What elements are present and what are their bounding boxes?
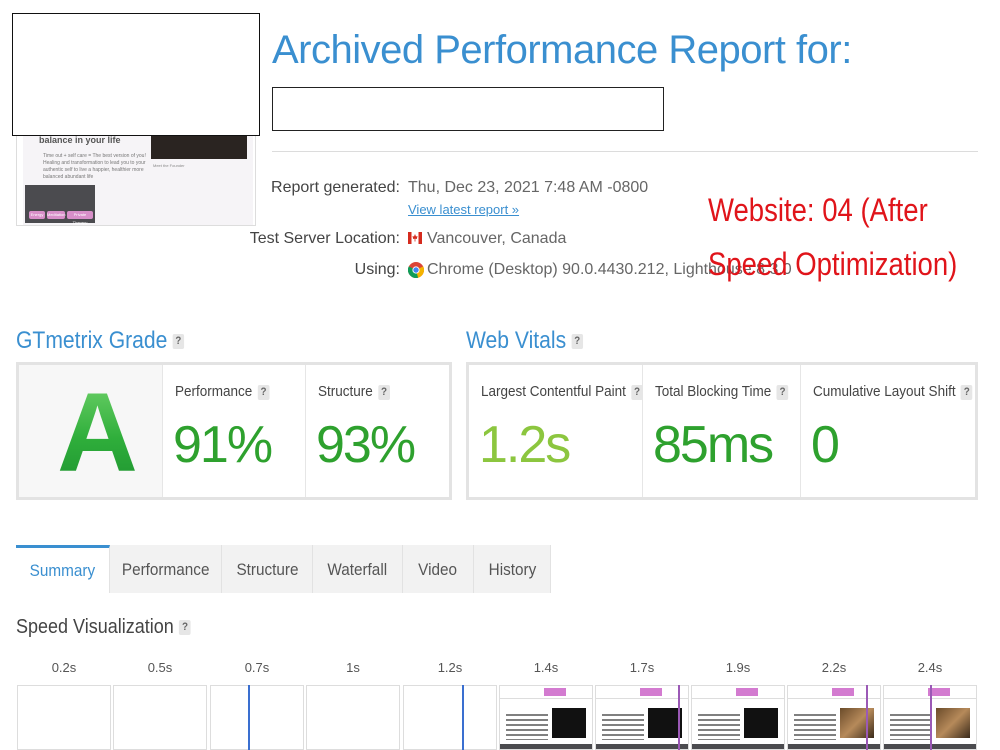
tab-structure[interactable]: Structure — [222, 545, 313, 593]
filmstrip-timestamp: 1.2s — [437, 660, 463, 675]
using-label: Using: — [354, 261, 400, 278]
thumbnail-heading: balance in your life — [39, 135, 121, 145]
filmstrip-timestamp: 1s — [346, 660, 360, 675]
timing-marker — [678, 685, 680, 750]
tab-video[interactable]: Video — [403, 545, 474, 593]
thumbnail-video — [151, 135, 247, 159]
filmstrip-frame-blank[interactable] — [210, 685, 304, 750]
report-generated-value: Thu, Dec 23, 2021 7:48 AM -0800 — [408, 179, 649, 196]
filmstrip-timestamp: 0.7s — [244, 660, 270, 675]
annotation-line-2: Speed Optimization) — [708, 246, 958, 282]
filmstrip-frame-rendered[interactable] — [499, 685, 593, 750]
lcp-label: Largest Contentful Paint? — [481, 383, 643, 400]
largest-contentful-paint-marker — [462, 685, 464, 750]
thumbnail-line-2: Healing and transformation to lead you t… — [43, 160, 146, 180]
tbt-cell: Total Blocking Time? 85ms — [643, 365, 801, 497]
gtmetrix-grade-title: GTmetrix Grade — [16, 327, 168, 354]
canada-flag-icon — [408, 232, 422, 244]
web-vitals-panel: Largest Contentful Paint? 1.2s Total Blo… — [466, 362, 978, 500]
filmstrip-frame-rendered[interactable] — [595, 685, 689, 750]
performance-cell: Performance? 91% — [163, 365, 306, 497]
cls-label: Cumulative Layout Shift? — [813, 383, 973, 400]
thumbnail-caption: Meet the Founder — [153, 163, 185, 168]
first-contentful-paint-marker — [248, 685, 250, 750]
filmstrip-timestamp: 2.2s — [821, 660, 847, 675]
timing-marker — [866, 685, 868, 750]
help-icon[interactable]: ? — [960, 384, 973, 400]
report-generated-label: Report generated: — [271, 179, 400, 196]
filmstrip-timestamp: 0.2s — [51, 660, 77, 675]
filmstrip-frame-rendered[interactable] — [691, 685, 785, 750]
filmstrip-timestamp: 2.4s — [917, 660, 943, 675]
lcp-cell: Largest Contentful Paint? 1.2s — [469, 365, 643, 497]
speed-visualization-heading: Speed Visualization? — [16, 616, 191, 639]
help-icon[interactable]: ? — [571, 334, 583, 350]
report-tabs: Summary Performance Structure Waterfall … — [16, 545, 556, 593]
help-icon[interactable]: ? — [179, 620, 191, 636]
timing-marker — [930, 685, 932, 750]
cls-cell: Cumulative Layout Shift? 0 — [801, 365, 975, 497]
speed-visualization-title: Speed Visualization — [16, 616, 174, 638]
thumbnail-button-3: Private Therapy — [67, 211, 93, 225]
help-icon[interactable]: ? — [776, 384, 789, 400]
lcp-value: 1.2s — [479, 416, 571, 474]
tab-performance[interactable]: Performance — [110, 545, 222, 593]
structure-cell: Structure? 93% — [306, 365, 449, 497]
filmstrip-timestamp: 1.7s — [629, 660, 655, 675]
tab-summary[interactable]: Summary — [16, 545, 110, 593]
help-icon[interactable]: ? — [172, 334, 185, 350]
filmstrip-frame-blank[interactable] — [403, 685, 497, 750]
chrome-icon — [408, 262, 424, 278]
thumbnail-button-1: Energy — [29, 211, 45, 219]
structure-label: Structure? — [318, 383, 390, 400]
tab-history[interactable]: History — [474, 545, 551, 593]
performance-label: Performance? — [175, 383, 270, 400]
gtmetrix-grade-heading: GTmetrix Grade? — [16, 327, 185, 355]
filmstrip-timestamp: 1.9s — [725, 660, 751, 675]
cls-value: 0 — [811, 416, 840, 474]
tbt-label: Total Blocking Time? — [655, 383, 789, 400]
thumbnail-button-2: Meditation — [47, 211, 66, 219]
web-vitals-title: Web Vitals — [466, 327, 567, 354]
annotation-line-1: Website: 04 (After — [708, 192, 928, 228]
help-icon[interactable]: ? — [631, 384, 643, 400]
header-divider — [272, 151, 978, 152]
test-server-location-label: Test Server Location: — [249, 230, 400, 247]
redaction-box — [12, 13, 260, 136]
test-server-location-value: Vancouver, Canada — [427, 230, 567, 247]
gtmetrix-grade-panel: A Performance? 91% Structure? 93% — [16, 362, 452, 500]
grade-letter: A — [57, 370, 138, 495]
thumbnail-line-1: Time out + self care = The best version … — [43, 153, 146, 159]
filmstrip-frame-blank[interactable] — [17, 685, 111, 750]
filmstrip-timestamp: 1.4s — [533, 660, 559, 675]
tab-waterfall[interactable]: Waterfall — [313, 545, 403, 593]
redacted-url-box — [272, 87, 664, 131]
filmstrip-frame-blank[interactable] — [306, 685, 400, 750]
grade-cell: A — [19, 365, 163, 497]
structure-value: 93% — [316, 416, 416, 474]
thumbnail-canvas: balance in your life Time out + self car… — [23, 125, 253, 225]
filmstrip-timestamp: 0.5s — [147, 660, 173, 675]
help-icon[interactable]: ? — [257, 384, 270, 400]
performance-value: 91% — [173, 416, 273, 474]
filmstrip-frame-blank[interactable] — [113, 685, 207, 750]
thumbnail-copy: Time out + self care = The best version … — [43, 153, 153, 181]
web-vitals-heading: Web Vitals? — [466, 327, 583, 355]
view-latest-report-link[interactable]: View latest report » — [408, 202, 519, 217]
tbt-value: 85ms — [653, 416, 774, 474]
page-title: Archived Performance Report for: — [272, 28, 852, 72]
help-icon[interactable]: ? — [378, 384, 390, 400]
